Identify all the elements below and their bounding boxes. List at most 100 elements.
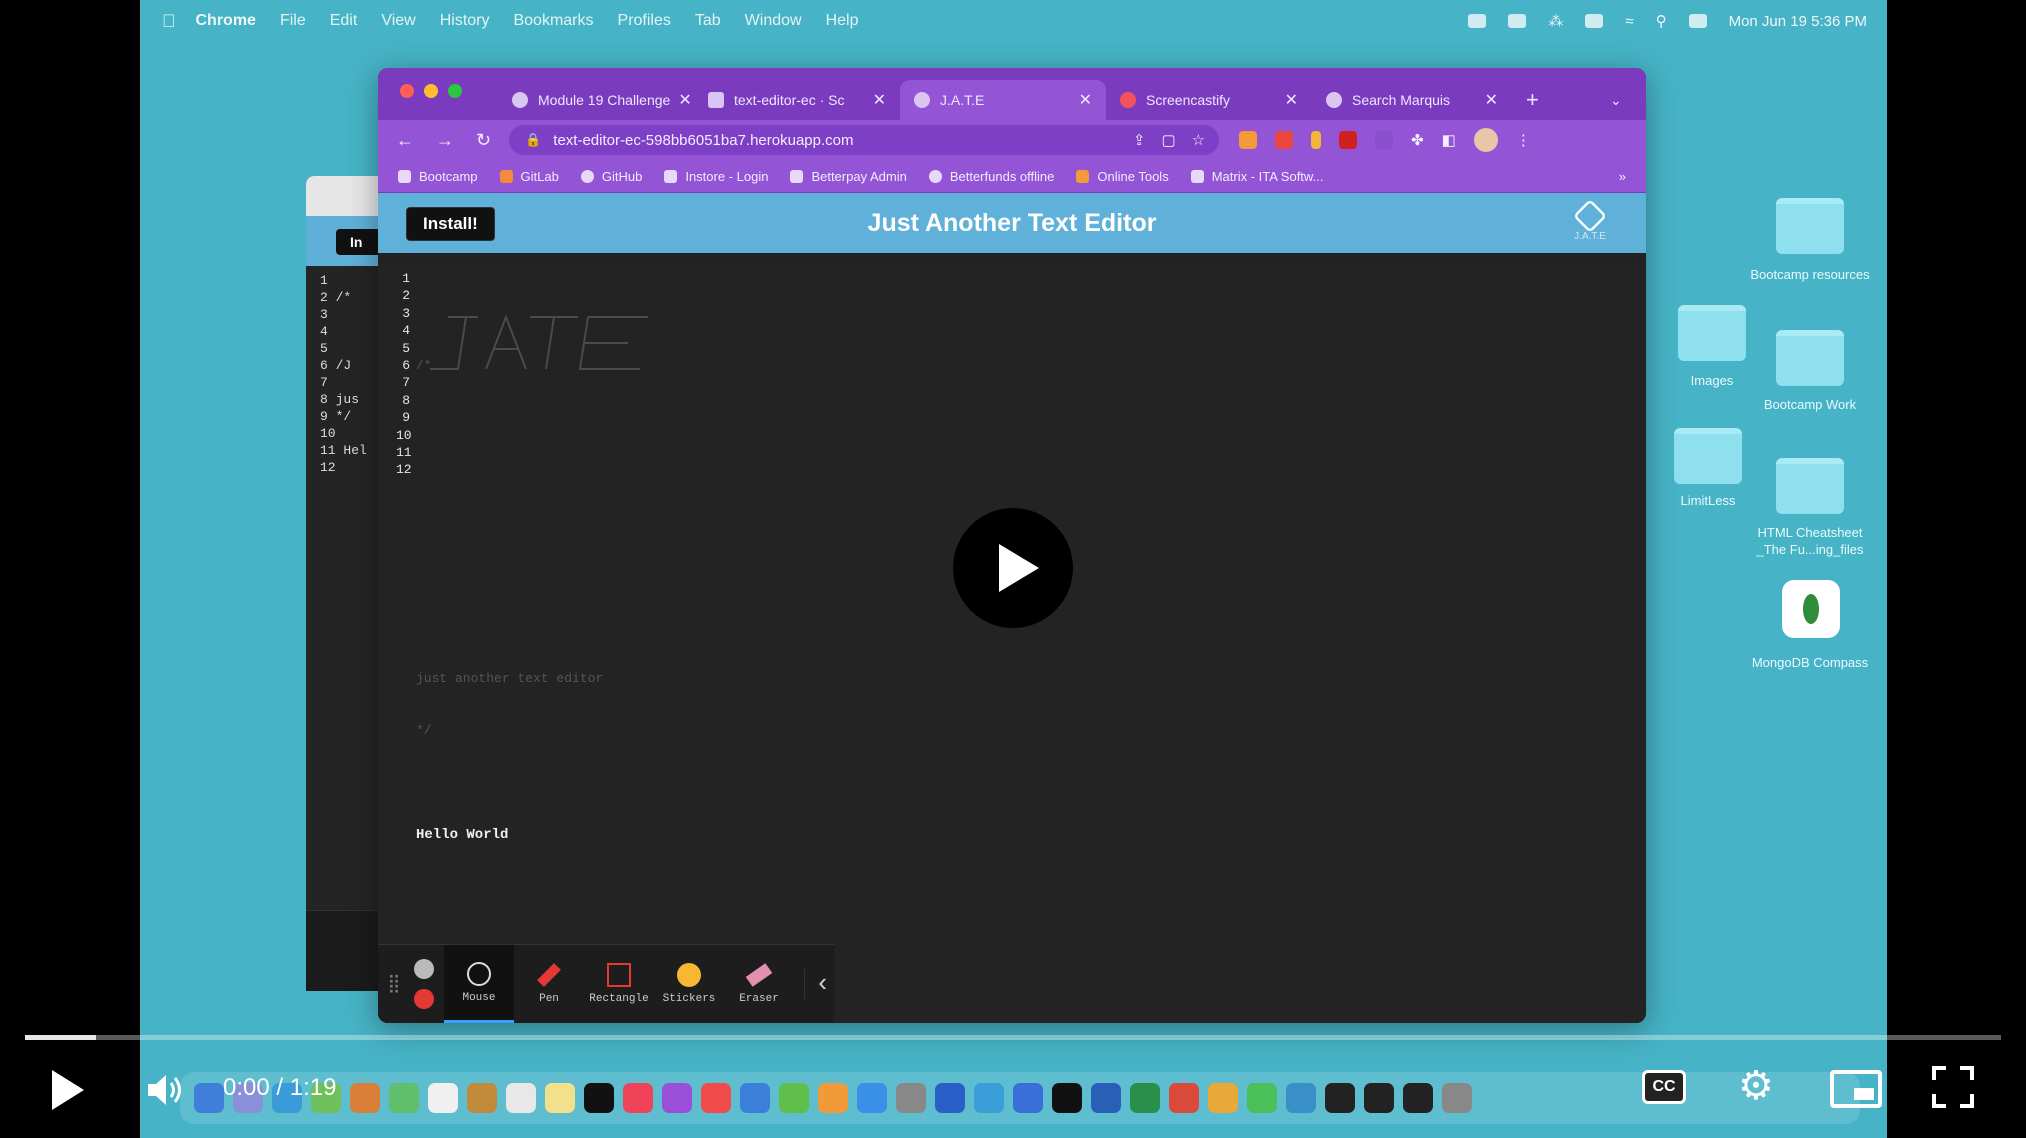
star-icon[interactable]: ☆: [1192, 131, 1205, 149]
menu-file[interactable]: File: [280, 12, 306, 30]
new-tab-button[interactable]: +: [1512, 80, 1562, 120]
extension-icon[interactable]: [1239, 131, 1258, 149]
miniplayer-icon[interactable]: [1830, 1070, 1882, 1108]
bookmark-betterpay[interactable]: Betterpay Admin: [790, 169, 907, 184]
collapse-chevron-icon[interactable]: ‹: [804, 969, 831, 999]
tool-label: Mouse: [462, 991, 496, 1004]
close-icon[interactable]: ✕: [1277, 90, 1298, 110]
share-icon[interactable]: ⇪: [1133, 131, 1146, 149]
code-editor[interactable]: 1 2 3 4 5 6 7 8 9 10 11 12 /* just anoth…: [378, 264, 1646, 1023]
screen-share-icon[interactable]: [1468, 14, 1487, 28]
mongodb-compass-icon[interactable]: [1782, 580, 1840, 638]
menu-clock[interactable]: Mon Jun 19 5:36 PM: [1729, 13, 1867, 30]
kebab-menu-icon[interactable]: ⋮: [1516, 131, 1531, 149]
fullscreen-icon[interactable]: [1932, 1066, 1974, 1108]
desktop-label-bootcamp-resources[interactable]: Bootcamp resources: [1745, 266, 1875, 283]
bluetooth-icon[interactable]: ⁂: [1548, 12, 1563, 30]
back-arrow-icon[interactable]: ←: [396, 130, 414, 151]
bookmark-betterfunds[interactable]: Betterfunds offline: [928, 169, 1054, 184]
bookmark-gitlab[interactable]: GitLab: [499, 169, 559, 184]
globe-icon: [1326, 92, 1342, 108]
acrobat-icon[interactable]: [1339, 131, 1358, 149]
tab-search-chevron-icon[interactable]: ⌄: [1596, 80, 1646, 120]
close-icon[interactable]: ✕: [865, 90, 886, 110]
stop-icon[interactable]: [414, 989, 434, 1009]
big-play-button[interactable]: [953, 508, 1073, 628]
tool-eraser[interactable]: Eraser: [724, 945, 794, 1023]
lock-icon[interactable]: 🔒: [525, 132, 541, 148]
desktop-label-bootcamp-work[interactable]: Bootcamp Work: [1745, 396, 1875, 413]
tool-rectangle[interactable]: Rectangle: [584, 945, 654, 1023]
bookmark-matrix[interactable]: Matrix - ITA Softw...: [1190, 169, 1323, 184]
folder-icon[interactable]: [1776, 458, 1844, 514]
wifi-icon[interactable]: ≈: [1625, 13, 1633, 30]
menu-view[interactable]: View: [381, 12, 415, 30]
save-icon[interactable]: ▢: [1161, 131, 1175, 149]
tool-stickers[interactable]: Stickers: [654, 945, 724, 1023]
extension-icon[interactable]: [1375, 131, 1394, 149]
url-text[interactable]: text-editor-ec-598bb6051ba7.herokuapp.co…: [553, 132, 853, 149]
bookmark-bootcamp[interactable]: Bootcamp: [398, 169, 478, 184]
desktop-label-images[interactable]: Images: [1647, 372, 1777, 389]
tab-text-editor-ec[interactable]: text-editor-ec · Sc ✕: [694, 80, 900, 120]
menu-app-name[interactable]: Chrome: [196, 12, 256, 30]
forward-arrow-icon[interactable]: →: [436, 130, 454, 151]
volume-icon[interactable]: [144, 1070, 184, 1110]
menu-window[interactable]: Window: [745, 12, 802, 30]
apple-icon[interactable]: : [162, 11, 176, 32]
tab-jate[interactable]: J.A.T.E ✕: [900, 80, 1106, 120]
battery-icon[interactable]: [1585, 14, 1604, 28]
tool-mouse[interactable]: Mouse: [444, 945, 514, 1023]
menu-help[interactable]: Help: [826, 12, 859, 30]
airplay-icon[interactable]: [1508, 14, 1527, 28]
pause-icon[interactable]: [414, 959, 434, 979]
line-number: 8: [402, 392, 410, 408]
tool-pen[interactable]: Pen: [514, 945, 584, 1023]
desktop-label-html-cheatsheet[interactable]: HTML Cheatsheet _The Fu...ing_files: [1745, 524, 1875, 558]
search-icon[interactable]: ⚲: [1656, 12, 1667, 30]
close-icon[interactable]: ✕: [1071, 90, 1092, 110]
screencastify-toolbar: ⣿ Mouse Pen Rectangle Stickers Eraser ‹: [378, 944, 834, 1023]
menu-profiles[interactable]: Profiles: [618, 12, 671, 30]
bookmark-online-tools[interactable]: Online Tools: [1076, 169, 1169, 184]
bookmarks-overflow-icon[interactable]: »: [1619, 169, 1626, 184]
url-bar[interactable]: 🔒 text-editor-ec-598bb6051ba7.herokuapp.…: [509, 125, 1220, 155]
control-center-icon[interactable]: [1688, 14, 1707, 28]
bookmark-label: Instore - Login: [685, 168, 769, 184]
folder-icon[interactable]: [1674, 428, 1742, 484]
extension-icon[interactable]: [1275, 131, 1294, 149]
menu-bookmarks[interactable]: Bookmarks: [513, 12, 593, 30]
folder-icon[interactable]: [1678, 305, 1746, 361]
captions-button[interactable]: CC: [1642, 1070, 1686, 1104]
tab-search-marquis[interactable]: Search Marquis ✕: [1312, 80, 1512, 120]
avatar[interactable]: [1473, 128, 1498, 152]
bookmark-github[interactable]: GitHub: [580, 169, 642, 184]
close-window-button[interactable]: [400, 84, 414, 98]
folder-icon[interactable]: [1776, 198, 1844, 254]
tab-favicon-icon: [1120, 92, 1136, 108]
desktop-label-limitless[interactable]: LimitLess: [1643, 492, 1773, 509]
maximize-window-button[interactable]: [448, 84, 462, 98]
desktop-label-mongodb-compass[interactable]: MongoDB Compass: [1745, 654, 1875, 671]
menu-edit[interactable]: Edit: [330, 12, 358, 30]
minimize-window-button[interactable]: [424, 84, 438, 98]
extension-icon[interactable]: [1311, 131, 1322, 149]
close-icon[interactable]: ✕: [670, 90, 691, 110]
install-button[interactable]: Install!: [406, 207, 495, 241]
tool-label: Eraser: [739, 993, 779, 1005]
puzzle-icon[interactable]: ✤: [1411, 131, 1424, 149]
close-icon[interactable]: ✕: [1477, 90, 1498, 110]
bookmark-instore[interactable]: Instore - Login: [664, 169, 768, 184]
menu-tab[interactable]: Tab: [695, 12, 721, 30]
line-number: 9: [402, 410, 410, 426]
menu-history[interactable]: History: [440, 12, 490, 30]
drag-handle-icon[interactable]: ⣿: [384, 973, 404, 995]
reload-icon[interactable]: ↻: [476, 130, 491, 151]
play-icon[interactable]: [52, 1070, 84, 1110]
folder-icon[interactable]: [1776, 330, 1844, 386]
gear-icon[interactable]: ⚙: [1738, 1066, 1774, 1106]
tab-module-19[interactable]: Module 19 Challenge ✕: [498, 80, 694, 120]
sidebar-icon[interactable]: ◧: [1442, 131, 1456, 149]
video-progress-bar[interactable]: [25, 1035, 2001, 1040]
tab-screencastify[interactable]: Screencastify ✕: [1106, 80, 1312, 120]
